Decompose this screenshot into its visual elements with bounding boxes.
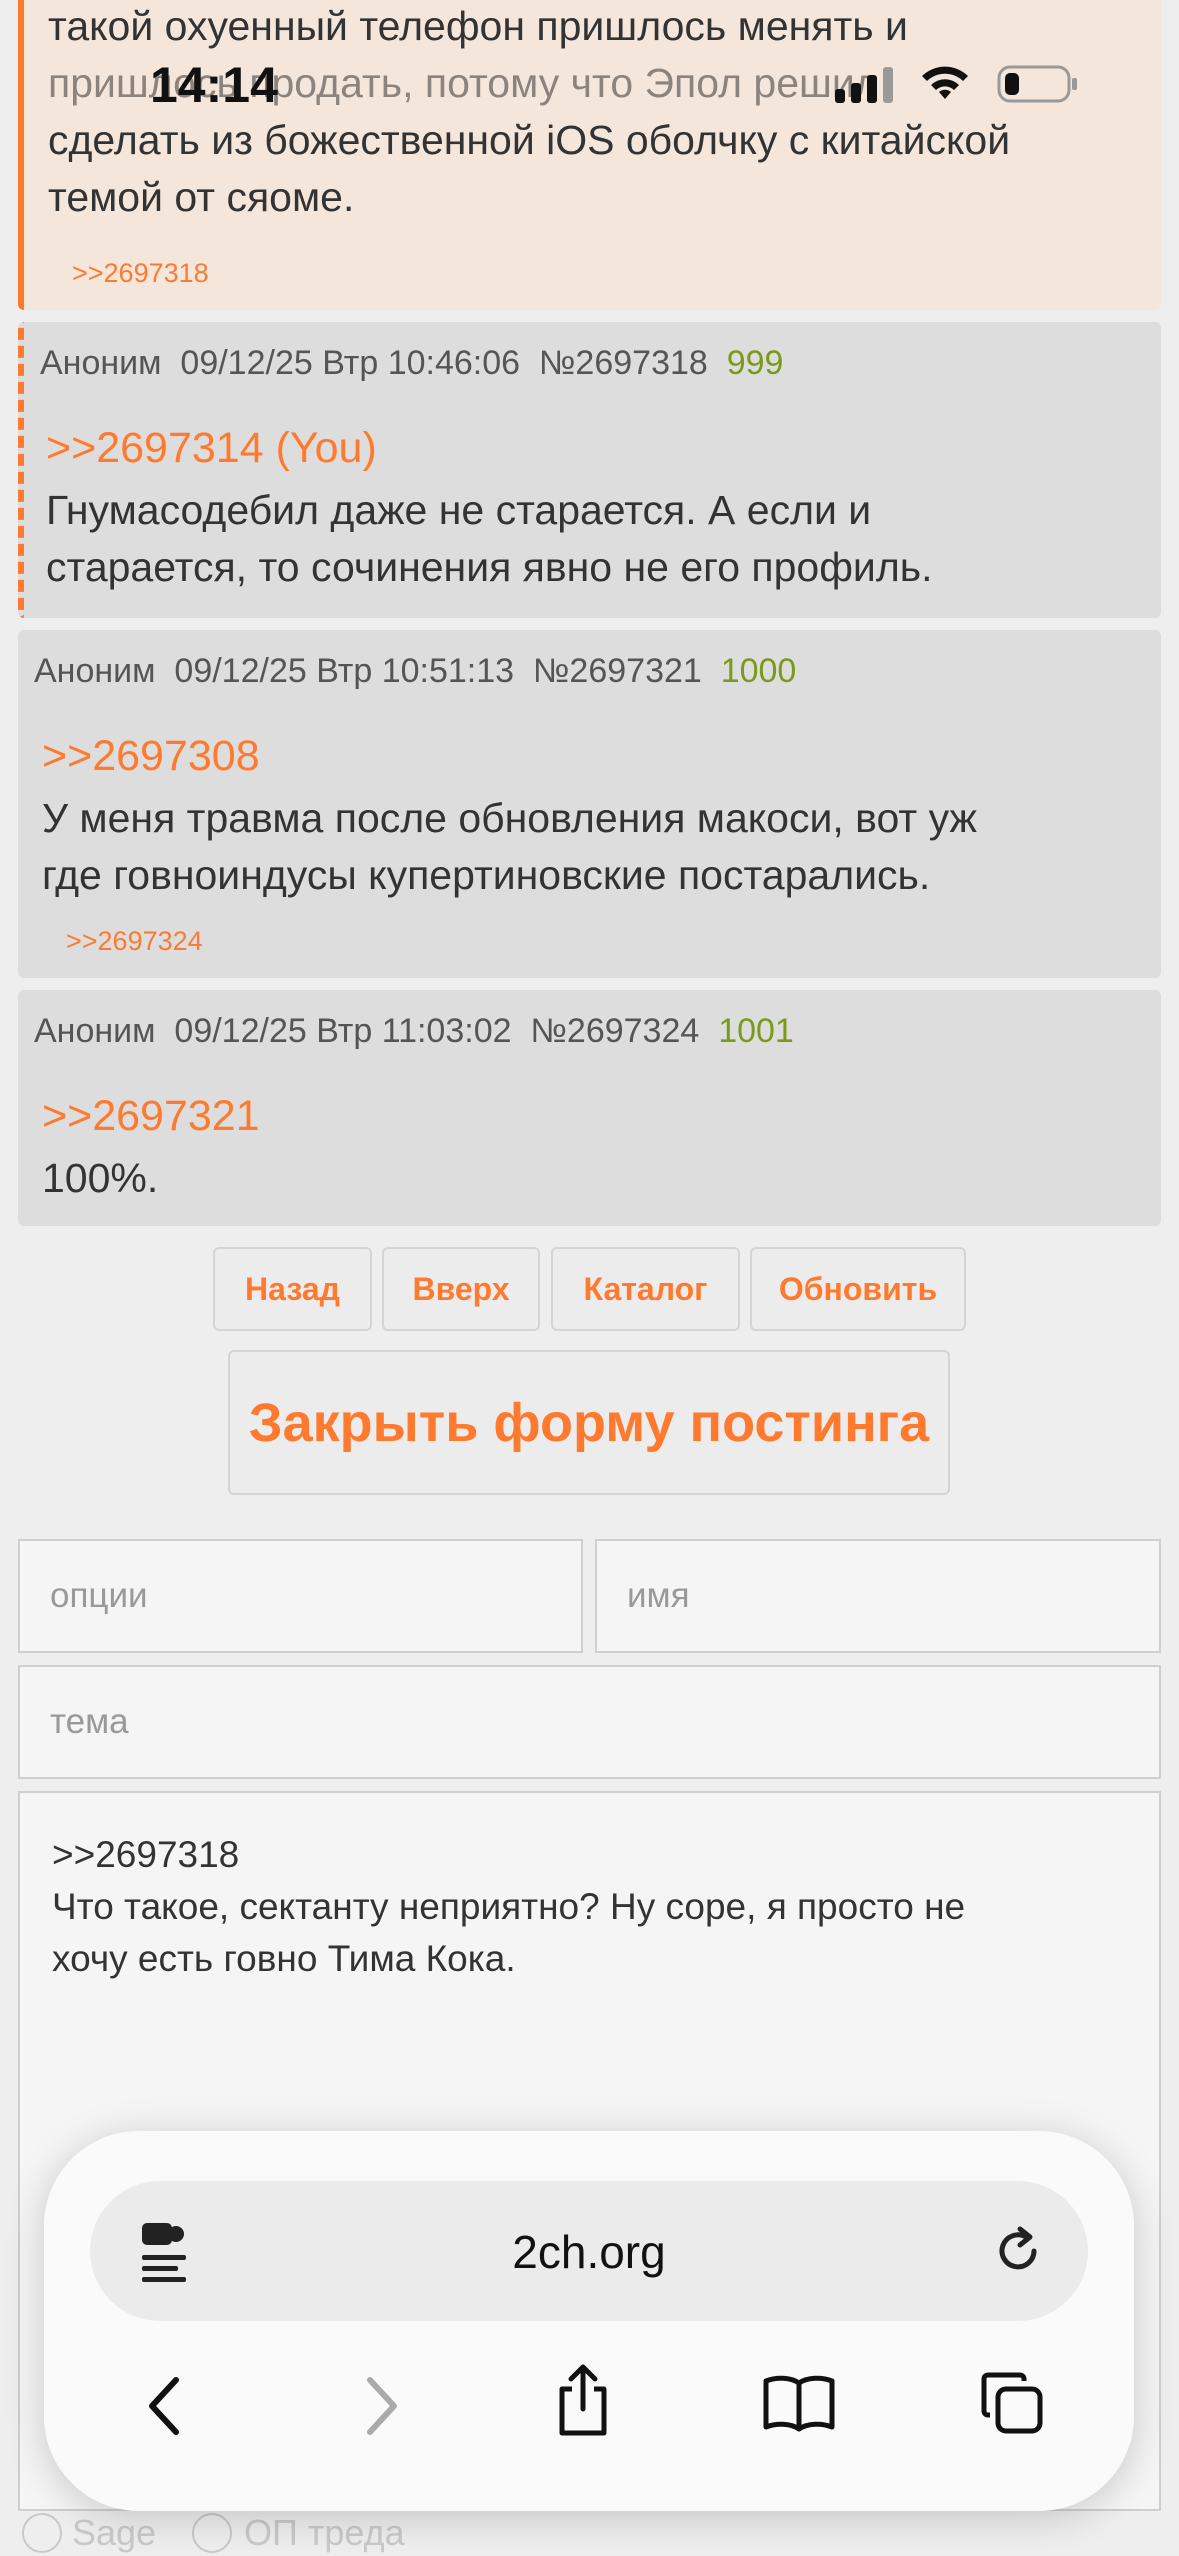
reply-link[interactable]: >>2697308 [42, 732, 260, 781]
post-body: 100%. [42, 1150, 1142, 1207]
post-header: Аноним 09/12/25 Втр 10:51:13 №2697321 10… [34, 652, 796, 691]
post-count: 1000 [720, 652, 797, 690]
reply-link[interactable]: >>2697314 (You) [46, 424, 377, 473]
post-number[interactable]: №2697324 [530, 1012, 699, 1050]
post-line: 100%. [42, 1155, 159, 1201]
address-bar[interactable]: 2ch.org [90, 2181, 1088, 2321]
post-count: 1001 [718, 1012, 794, 1050]
post-number[interactable]: №2697321 [533, 652, 702, 690]
op-checkbox[interactable] [192, 2513, 232, 2553]
post-line: У меня травма после обновления макоси, в… [42, 795, 977, 841]
post-author: Аноним [40, 344, 162, 382]
battery-icon [997, 64, 1079, 104]
status-icons [835, 64, 1079, 104]
post-count: 999 [726, 344, 784, 382]
tabs-icon[interactable] [978, 2369, 1046, 2441]
post-line: темой от сяоме. [48, 174, 355, 220]
backlink[interactable]: >>2697324 [66, 926, 203, 957]
forward-arrow-icon [362, 2374, 402, 2442]
options-input[interactable]: опции [18, 1539, 583, 1653]
back-button[interactable]: Назад [213, 1247, 372, 1331]
post-number[interactable]: №2697318 [539, 344, 708, 382]
post-line: старается, то сочинения явно не его проф… [46, 544, 933, 590]
sage-label: Sage [72, 2512, 157, 2553]
refresh-button[interactable]: Обновить [750, 1247, 966, 1331]
share-icon[interactable] [554, 2363, 612, 2441]
up-button[interactable]: Вверх [382, 1247, 540, 1331]
backlink[interactable]: >>2697318 [72, 258, 209, 289]
post-author: Аноним [34, 652, 156, 690]
cellular-signal-icon [835, 65, 893, 103]
wifi-icon [919, 65, 971, 103]
status-time: 14:14 [150, 57, 278, 113]
url-text[interactable]: 2ch.org [90, 2225, 1088, 2279]
name-input[interactable]: имя [595, 1539, 1161, 1653]
sage-checkbox[interactable] [22, 2513, 62, 2553]
post-header: Аноним 09/12/25 Втр 10:46:06 №2697318 99… [40, 344, 783, 383]
close-posting-form-button[interactable]: Закрыть форму постинга [228, 1350, 950, 1495]
post-line: где говноиндусы купертиновские постарали… [42, 852, 931, 898]
post-date: 09/12/25 Втр 11:03:02 [174, 1012, 512, 1050]
post-body: У меня травма после обновления макоси, в… [42, 790, 1142, 904]
back-arrow-icon[interactable] [144, 2374, 184, 2442]
post: Аноним 09/12/25 Втр 10:46:06 №2697318 99… [18, 322, 1161, 618]
post: Аноним 09/12/25 Втр 10:51:13 №2697321 10… [18, 630, 1161, 978]
post-body: Гнумасодебил даже не старается. А если и… [46, 482, 1146, 596]
post-author: Аноним [34, 1012, 156, 1050]
status-bar: 14:14 [0, 0, 1179, 170]
reply-link[interactable]: >>2697321 [42, 1092, 260, 1141]
post-date: 09/12/25 Втр 10:51:13 [174, 652, 515, 690]
browser-toolbar: 2ch.org [44, 2131, 1134, 2511]
post: Аноним 09/12/25 Втр 11:03:02 №2697324 10… [18, 990, 1161, 1226]
post-date: 09/12/25 Втр 10:46:06 [180, 344, 521, 382]
subject-input[interactable]: тема [18, 1665, 1161, 1779]
reload-icon[interactable] [990, 2223, 1046, 2283]
bookmarks-icon[interactable] [762, 2373, 836, 2437]
op-label: ОП треда [244, 2512, 405, 2553]
post-line: Гнумасодебил даже не старается. А если и [46, 487, 872, 533]
catalog-button[interactable]: Каталог [551, 1247, 740, 1331]
post-header: Аноним 09/12/25 Втр 11:03:02 №2697324 10… [34, 1012, 794, 1051]
